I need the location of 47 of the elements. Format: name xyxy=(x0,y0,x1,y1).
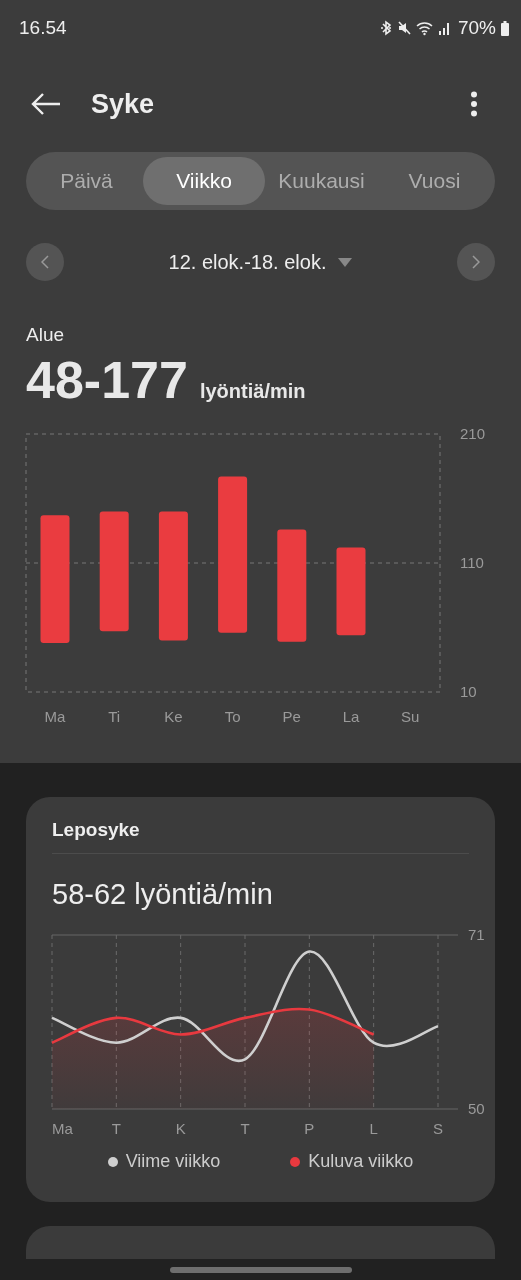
axis-label: Pe xyxy=(282,708,301,725)
axis-label: 110 xyxy=(460,554,484,571)
axis-label: La xyxy=(342,708,360,725)
wifi-icon xyxy=(415,20,434,36)
axis-label: Su xyxy=(401,708,420,725)
axis-label: To xyxy=(224,708,241,725)
legend-label: Viime viikko xyxy=(125,1151,221,1172)
axis-label: S xyxy=(433,1120,443,1137)
dropdown-caret-icon[interactable] xyxy=(338,257,353,267)
legend-label: Kuluva viikko xyxy=(308,1151,414,1172)
axis-label: P xyxy=(304,1120,315,1137)
period-tab[interactable]: Kuukausi xyxy=(265,157,378,205)
bluetooth-icon xyxy=(379,20,392,36)
home-indicator[interactable] xyxy=(169,1266,352,1273)
axis-label: 50 xyxy=(468,1100,485,1117)
page-title: Syke xyxy=(91,88,156,120)
period-tab[interactable]: Päivä xyxy=(30,157,143,205)
back-arrow-icon[interactable] xyxy=(31,93,61,115)
more-options-icon[interactable] xyxy=(470,91,478,117)
axis-label: 10 xyxy=(460,683,477,700)
next-button[interactable] xyxy=(457,243,495,281)
period-tab[interactable]: Viikko xyxy=(143,157,265,205)
axis-label: K xyxy=(175,1120,186,1137)
unit-label: lyöntiä/min xyxy=(199,380,306,403)
period-tab[interactable]: Vuosi xyxy=(378,157,491,205)
date-range-selector[interactable]: 12. elok.-18. elok. xyxy=(168,250,327,274)
battery-level: 70% xyxy=(457,17,496,39)
clock-time: 16.54 xyxy=(19,17,67,39)
chevron-right-icon xyxy=(472,255,480,269)
axis-label: Ma xyxy=(44,708,66,725)
axis-label: Ti xyxy=(108,708,121,725)
axis-label: 71 xyxy=(468,926,485,943)
axis-label: L xyxy=(369,1120,378,1137)
axis-label: Ke xyxy=(164,708,183,725)
mute-icon xyxy=(396,20,411,36)
chevron-left-icon xyxy=(41,255,49,269)
axis-label: 210 xyxy=(460,425,486,442)
range-label: Alue xyxy=(26,324,66,346)
axis-label: Ma xyxy=(52,1120,73,1137)
resting-value: 58-62 lyöntiä/min xyxy=(52,878,274,911)
battery-icon xyxy=(501,20,509,36)
range-value: 48-177 xyxy=(26,350,188,410)
previous-button[interactable] xyxy=(26,243,64,281)
signal-icon xyxy=(438,21,451,35)
axis-label: T xyxy=(111,1120,121,1137)
card-title: Leposyke xyxy=(52,797,469,854)
axis-label: T xyxy=(240,1120,250,1137)
